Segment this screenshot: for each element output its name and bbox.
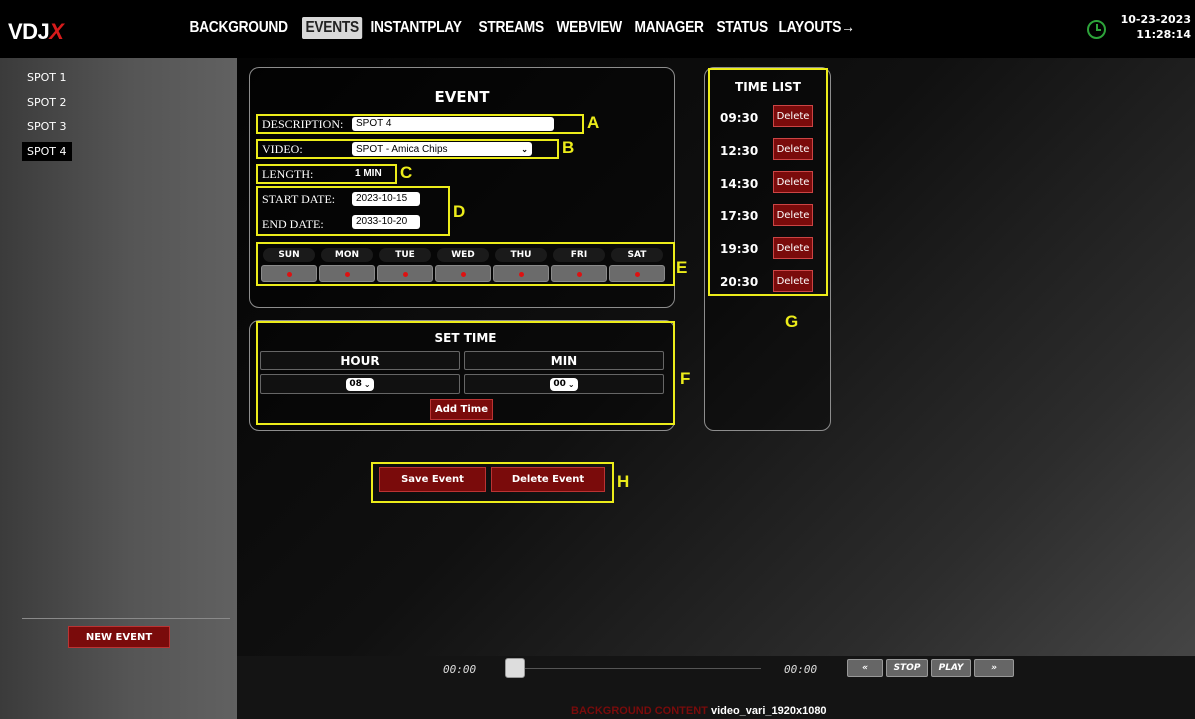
day-toggle-sun[interactable] xyxy=(261,265,317,282)
play-button[interactable]: PLAY xyxy=(931,659,971,677)
min-select[interactable]: 00 ⌄ xyxy=(550,377,578,391)
min-cell: 00 ⌄ xyxy=(464,374,664,394)
day-toggle-tue[interactable] xyxy=(377,265,433,282)
new-event-button[interactable]: NEW EVENT xyxy=(68,626,170,648)
tab-events[interactable]: EVENTS xyxy=(302,17,363,39)
annotation-letter-b: B xyxy=(562,138,575,157)
time-entry: 12:30 xyxy=(720,144,759,158)
set-time-title: SET TIME xyxy=(434,331,497,345)
tab-instantplay[interactable]: INSTANTPLAY xyxy=(367,17,465,39)
delete-time-button[interactable]: Delete xyxy=(773,171,813,193)
forward-button[interactable]: » xyxy=(974,659,1014,677)
sidebar-item-spot-4[interactable]: SPOT 4 xyxy=(22,142,72,161)
day-header-fri: FRI xyxy=(553,248,605,262)
length-label: LENGTH: xyxy=(262,167,314,181)
annotation-letter-a: A xyxy=(587,113,600,132)
description-label: DESCRIPTION: xyxy=(262,117,344,131)
time-entry: 19:30 xyxy=(720,242,759,256)
video-label: VIDEO: xyxy=(262,142,303,156)
time-entry: 14:30 xyxy=(720,177,759,191)
day-indicator-icon xyxy=(577,272,582,277)
sidebar-item-spot-2[interactable]: SPOT 2 xyxy=(22,93,72,112)
time-entry: 09:30 xyxy=(720,111,759,125)
hour-select[interactable]: 08 ⌄ xyxy=(346,377,374,391)
day-indicator-icon xyxy=(403,272,408,277)
delete-time-button[interactable]: Delete xyxy=(773,204,813,226)
tab-background[interactable]: BACKGROUND xyxy=(186,17,291,39)
video-select[interactable]: SPOT - Amica Chips ⌄ xyxy=(352,142,532,156)
day-toggle-sat[interactable] xyxy=(609,265,665,282)
day-indicator-icon xyxy=(635,272,640,277)
app-logo: VDJX xyxy=(8,19,64,44)
delete-event-button[interactable]: Delete Event xyxy=(491,467,605,492)
day-toggle-thu[interactable] xyxy=(493,265,549,282)
time-entry: 20:30 xyxy=(720,275,759,289)
sidebar-item-spot-3[interactable]: SPOT 3 xyxy=(22,117,72,136)
day-toggle-fri[interactable] xyxy=(551,265,607,282)
clock-icon xyxy=(1087,20,1106,39)
end-date-label: END DATE: xyxy=(262,217,324,231)
end-date-input[interactable]: 2033-10-20 xyxy=(352,215,420,229)
min-header: MIN xyxy=(464,351,664,370)
chevron-down-icon: ⌄ xyxy=(521,144,528,154)
annotation-letter-f: F xyxy=(680,369,691,388)
start-date-input[interactable]: 2023-10-15 xyxy=(352,192,420,206)
annotation-letter-d: D xyxy=(453,202,466,221)
stop-button[interactable]: STOP xyxy=(886,659,928,677)
progress-track[interactable] xyxy=(521,668,761,669)
save-event-button[interactable]: Save Event xyxy=(379,467,486,492)
day-indicator-icon xyxy=(345,272,350,277)
datetime-display: 10-23-2023 11:28:14 xyxy=(1121,12,1191,42)
day-indicator-icon xyxy=(519,272,524,277)
background-content-value: video_vari_1920x1080 xyxy=(710,705,827,717)
delete-time-button[interactable]: Delete xyxy=(773,138,813,160)
description-input[interactable]: SPOT 4 xyxy=(352,117,554,131)
time-list-title: TIME LIST xyxy=(735,80,801,94)
chevron-down-icon: ⌄ xyxy=(567,379,575,389)
sidebar-item-spot-1[interactable]: SPOT 1 xyxy=(22,68,72,87)
day-header-sun: SUN xyxy=(263,248,315,262)
annotation-letter-c: C xyxy=(400,163,413,182)
delete-time-button[interactable]: Delete xyxy=(773,270,813,292)
day-header-thu: THU xyxy=(495,248,547,262)
day-header-wed: WED xyxy=(437,248,489,262)
background-content-info: BACKGROUND CONTENT video_vari_1920x1080 xyxy=(571,705,827,717)
add-time-button[interactable]: Add Time xyxy=(430,399,493,420)
chevron-down-icon: ⌄ xyxy=(363,379,371,389)
top-bar: VDJX BACKGROUND EVENTS INSTANTPLAY STREA… xyxy=(0,0,1195,58)
tab-manager[interactable]: MANAGER xyxy=(631,17,707,39)
hour-header: HOUR xyxy=(260,351,460,370)
sidebar-divider xyxy=(22,618,230,619)
event-title: EVENT xyxy=(434,88,490,106)
date-text: 10-23-2023 xyxy=(1120,13,1191,26)
annotation-letter-h: H xyxy=(617,472,630,491)
background-content-label: BACKGROUND CONTENT xyxy=(571,705,708,717)
annotation-letter-e: E xyxy=(676,258,688,277)
rewind-button[interactable]: « xyxy=(847,659,883,677)
day-indicator-icon xyxy=(461,272,466,277)
annotation-letter-g: G xyxy=(785,312,799,331)
day-header-tue: TUE xyxy=(379,248,431,262)
day-indicator-icon xyxy=(287,272,292,277)
tab-status[interactable]: STATUS xyxy=(713,17,771,39)
elapsed-time: 00:00 xyxy=(443,663,477,676)
progress-slider-thumb[interactable] xyxy=(505,658,525,678)
day-toggle-wed[interactable] xyxy=(435,265,491,282)
day-toggle-mon[interactable] xyxy=(319,265,375,282)
tab-layouts[interactable]: LAYOUTS→ xyxy=(775,17,858,39)
time-text: 11:28:14 xyxy=(1136,28,1191,41)
main-nav: BACKGROUND EVENTS INSTANTPLAY STREAMS WE… xyxy=(186,17,866,39)
tab-webview[interactable]: WEBVIEW xyxy=(553,17,625,39)
delete-time-button[interactable]: Delete xyxy=(773,105,813,127)
time-entry: 17:30 xyxy=(720,209,759,223)
start-date-label: START DATE: xyxy=(262,192,336,206)
day-header-mon: MON xyxy=(321,248,373,262)
delete-time-button[interactable]: Delete xyxy=(773,237,813,259)
total-time: 00:00 xyxy=(784,663,818,676)
length-value: 1 MIN xyxy=(355,168,382,179)
day-header-sat: SAT xyxy=(611,248,663,262)
tab-streams[interactable]: STREAMS xyxy=(475,17,547,39)
hour-cell: 08 ⌄ xyxy=(260,374,460,394)
